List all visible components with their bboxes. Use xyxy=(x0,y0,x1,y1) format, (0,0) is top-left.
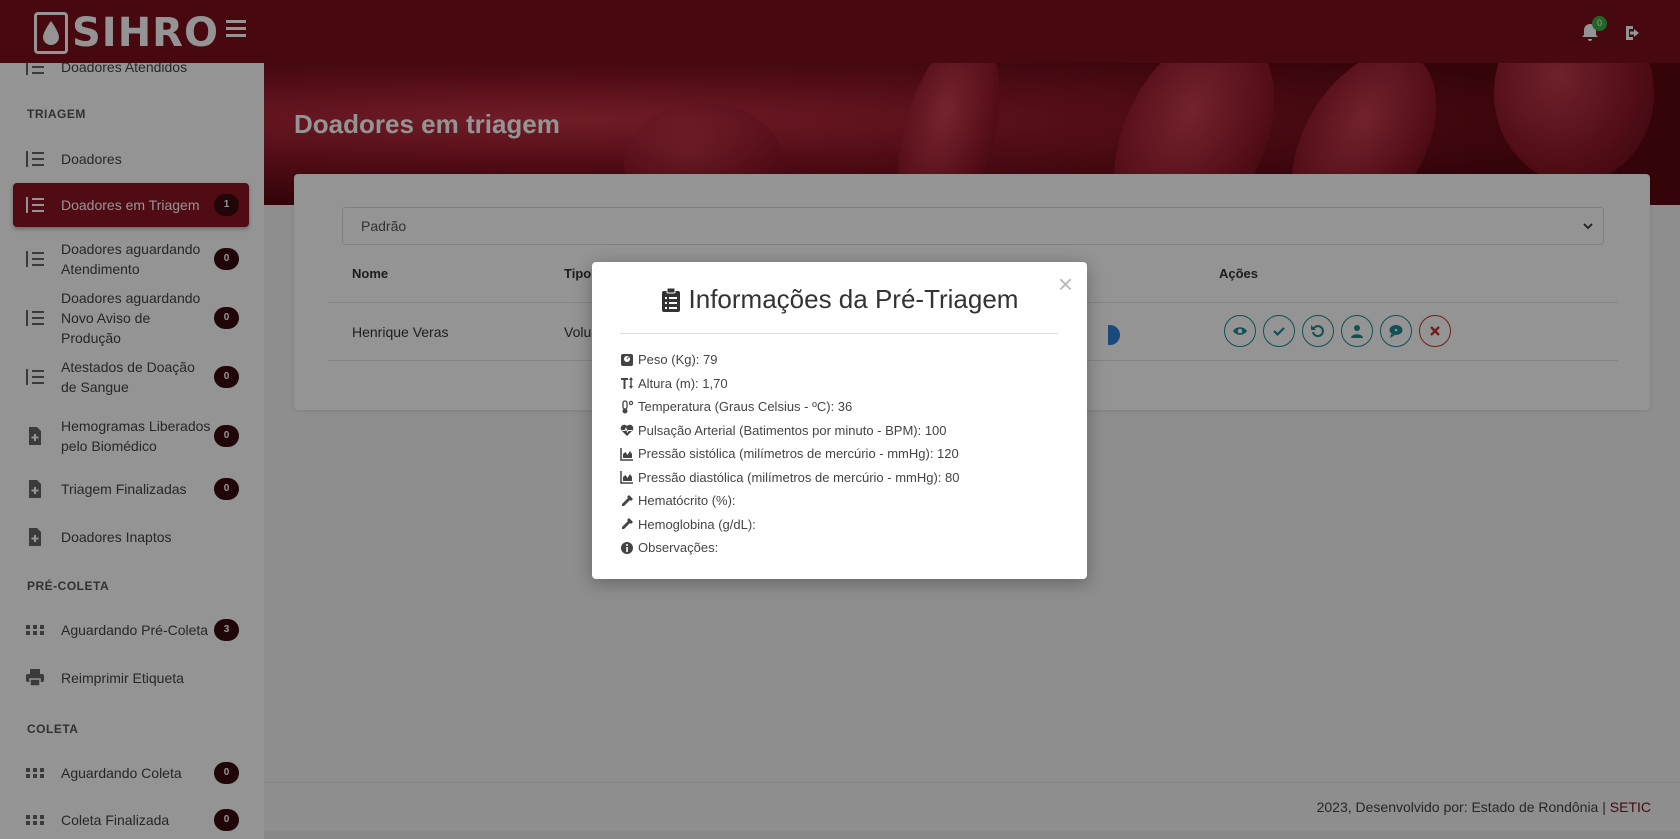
info-text: Pressão diastólica (milímetros de mercúr… xyxy=(638,469,960,485)
pre-triagem-modal: × Informações da Pré-Triagem Peso (Kg): … xyxy=(592,262,1087,579)
modal-divider xyxy=(620,333,1058,334)
heartbeat-icon xyxy=(620,424,634,437)
info-pressao-sistolica: Pressão sistólica (milímetros de mercúri… xyxy=(620,442,959,466)
weight-icon xyxy=(621,353,633,366)
eyedropper-icon xyxy=(622,494,633,506)
info-hematocrito: Hematócrito (%): xyxy=(620,489,959,513)
chart-area-icon xyxy=(620,471,633,484)
thermometer-icon xyxy=(622,400,634,414)
info-circle-icon xyxy=(621,541,633,554)
info-temperatura: Temperatura (Graus Celsius - ºC): 36 xyxy=(620,395,959,419)
info-text: Temperatura (Graus Celsius - ºC): 36 xyxy=(638,399,853,415)
info-altura: Altura (m): 1,70 xyxy=(620,372,959,396)
eyedropper-icon xyxy=(622,518,633,530)
info-text: Altura (m): 1,70 xyxy=(638,375,728,391)
modal-title: Informações da Pré-Triagem xyxy=(592,284,1087,315)
info-pressao-diastolica: Pressão diastólica (milímetros de mercúr… xyxy=(620,466,959,490)
info-text: Pressão sistólica (milímetros de mercúri… xyxy=(638,446,959,462)
pre-triagem-info-list: Peso (Kg): 79 Altura (m): 1,70 Temperatu… xyxy=(620,348,959,560)
clipboard-list-icon xyxy=(661,287,680,312)
info-text: Hematócrito (%): xyxy=(638,493,736,509)
info-text: Hemoglobina (g/dL): xyxy=(638,516,756,532)
text-height-icon xyxy=(621,377,633,390)
info-text: Pulsação Arterial (Batimentos por minuto… xyxy=(638,422,947,438)
info-peso: Peso (Kg): 79 xyxy=(620,348,959,372)
info-text: Observações: xyxy=(638,540,719,556)
modal-title-text: Informações da Pré-Triagem xyxy=(688,284,1019,314)
info-text: Peso (Kg): 79 xyxy=(638,352,718,368)
info-pulsacao: Pulsação Arterial (Batimentos por minuto… xyxy=(620,419,959,443)
info-observacoes: Observações: xyxy=(620,536,959,560)
info-hemoglobina: Hemoglobina (g/dL): xyxy=(620,513,959,537)
chart-area-icon xyxy=(620,447,633,461)
